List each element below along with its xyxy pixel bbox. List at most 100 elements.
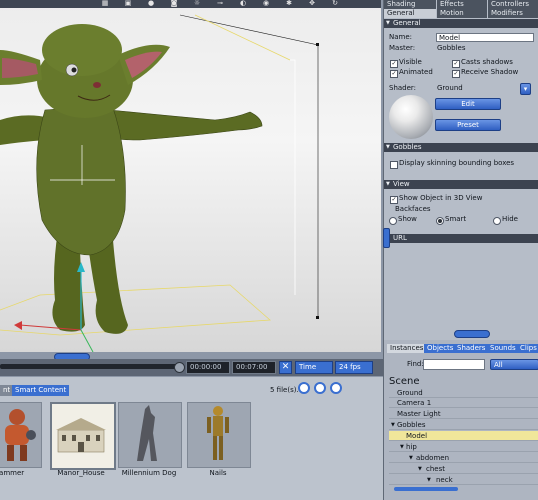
dog-figure-icon <box>137 405 157 461</box>
section-view-header[interactable]: View <box>384 180 538 189</box>
library-item-manor-house[interactable] <box>50 402 116 470</box>
scene-title: Scene <box>389 376 420 387</box>
time-mode-select[interactable]: Time <box>295 361 333 374</box>
scene-horizontal-scrollbar[interactable] <box>394 487 458 491</box>
preset-shader-button[interactable]: Preset <box>435 119 501 131</box>
find-label: Find: <box>407 360 424 368</box>
file-count: 5 file(s). <box>270 386 299 394</box>
animated-label: Animated <box>399 68 433 76</box>
nails-figure-icon <box>207 406 229 460</box>
edit-shader-button[interactable]: Edit <box>435 98 501 110</box>
skinning-boxes-checkbox[interactable] <box>390 161 398 169</box>
fps-select[interactable]: 24 fps <box>335 361 373 374</box>
grid-icon[interactable]: ▦ <box>100 0 110 7</box>
panel-resize-handle[interactable] <box>383 228 390 248</box>
receive-shadow-label: Receive Shadow <box>461 68 519 76</box>
tree-item-abdomen[interactable]: abdomen <box>389 453 538 463</box>
scene-tab-instances[interactable]: Instances <box>387 344 427 353</box>
properties-panel: Shading Effects Controllers General Moti… <box>383 0 538 340</box>
tab-effects[interactable]: Effects <box>437 0 487 9</box>
library-view-button-1[interactable] <box>298 382 310 394</box>
scene-panel: Instances Objects Shaders Sounds Clips F… <box>383 330 538 500</box>
show-in-3d-checkbox[interactable]: ✓ <box>390 196 398 204</box>
tree-item-master-light[interactable]: Master Light <box>389 409 538 419</box>
animated-checkbox[interactable]: ✓ <box>390 70 398 78</box>
goblin-model-render[interactable] <box>0 0 381 352</box>
library-item-label: Millennium Dog <box>121 469 177 477</box>
current-time-field[interactable]: 00:00:00 <box>186 361 230 374</box>
tree-item-hip[interactable]: hip <box>389 442 538 452</box>
tab-modifiers[interactable]: Modifiers <box>488 9 538 18</box>
move-icon[interactable]: ✥ <box>307 0 317 7</box>
camera-icon[interactable]: ◙ <box>169 0 179 7</box>
shader-preview-sphere[interactable] <box>389 95 433 139</box>
tree-item-neck[interactable]: neck <box>389 475 538 485</box>
master-label: Master: <box>389 44 416 52</box>
backfaces-show-radio[interactable] <box>389 217 397 225</box>
scene-tab-sounds[interactable]: Sounds <box>487 344 519 353</box>
bone-icon[interactable]: ⊸ <box>215 0 225 7</box>
section-url-header[interactable]: URL <box>384 234 538 243</box>
timeline-scrubber-handle[interactable] <box>174 362 185 373</box>
library-item-label: Hammer <box>0 469 25 477</box>
content-library: nt Smart Content 5 file(s). Hammer Manor… <box>0 377 383 500</box>
name-input[interactable]: Model <box>436 33 534 42</box>
backfaces-hide-radio[interactable] <box>493 217 501 225</box>
tree-item-ground[interactable]: Ground <box>389 388 538 398</box>
backfaces-label: Backfaces <box>395 205 431 213</box>
shader-label: Shader: <box>389 84 417 92</box>
tree-item-camera[interactable]: Camera 1 <box>389 398 538 408</box>
library-item-label: Manor_House <box>57 469 105 477</box>
section-gobbles-header[interactable]: Gobbles <box>384 143 538 152</box>
visible-label: Visible <box>399 58 422 66</box>
library-view-button-3[interactable] <box>330 382 342 394</box>
light-icon[interactable]: ☼ <box>192 0 202 7</box>
shader-value: Ground <box>437 84 463 92</box>
casts-shadows-label: Casts shadows <box>461 58 513 66</box>
timeline-bar: 00:00:00 00:07:00 ✕ Time 24 fps <box>0 359 383 376</box>
tab-controllers[interactable]: Controllers <box>488 0 538 9</box>
library-item-label: Nails <box>209 469 227 477</box>
scene-tab-clips[interactable]: Clips <box>517 344 538 353</box>
scene-tab-objects[interactable]: Objects <box>424 344 457 353</box>
tree-item-chest[interactable]: chest <box>389 464 538 474</box>
house-icon <box>56 418 106 453</box>
tree-item-model[interactable]: Model <box>389 431 538 441</box>
backfaces-show-label: Show <box>398 215 417 223</box>
library-tab-smart-content[interactable]: Smart Content <box>12 385 70 396</box>
backfaces-smart-label: Smart <box>445 215 467 223</box>
receive-shadow-checkbox[interactable]: ✓ <box>452 70 460 78</box>
gear-icon[interactable]: ✱ <box>284 0 294 7</box>
backfaces-smart-radio[interactable] <box>436 217 444 225</box>
master-value: Gobbles <box>437 44 466 52</box>
tab-general[interactable]: General <box>384 9 436 18</box>
casts-shadows-checkbox[interactable]: ✓ <box>452 60 460 68</box>
shader-dropdown-icon[interactable]: ▾ <box>520 83 531 95</box>
tab-motion[interactable]: Motion <box>437 9 487 18</box>
end-time-field[interactable]: 00:07:00 <box>232 361 276 374</box>
section-general-header[interactable]: General <box>384 19 538 28</box>
timeline-scrubber-track[interactable] <box>0 364 180 369</box>
loop-toggle-icon[interactable]: ✕ <box>279 361 292 374</box>
show-in-3d-label: Show Object in 3D View <box>399 194 483 202</box>
filter-select[interactable]: All <box>490 359 538 370</box>
visible-checkbox[interactable]: ✓ <box>390 60 398 68</box>
library-view-button-2[interactable] <box>314 382 326 394</box>
library-item-nails[interactable] <box>187 402 251 468</box>
find-input[interactable] <box>423 359 485 370</box>
3d-viewport[interactable]: ▦ ▣ ● ◙ ☼ ⊸ ◐ ◉ ✱ ✥ ↻ <box>0 0 381 352</box>
tab-shading[interactable]: Shading <box>384 0 436 9</box>
library-item-hammer[interactable] <box>0 402 42 468</box>
sphere-icon[interactable]: ● <box>146 0 156 7</box>
scene-tab-shaders[interactable]: Shaders <box>454 344 489 353</box>
backfaces-hide-label: Hide <box>502 215 518 223</box>
library-item-millennium-dog[interactable] <box>118 402 182 468</box>
tree-item-gobbles[interactable]: Gobbles <box>389 420 538 430</box>
name-label: Name: <box>389 33 413 41</box>
eye-icon[interactable]: ◉ <box>261 0 271 7</box>
viewport-toolbar: ▦ ▣ ● ◙ ☼ ⊸ ◐ ◉ ✱ ✥ ↻ <box>0 0 381 8</box>
rotate-icon[interactable]: ↻ <box>330 0 340 7</box>
scene-panel-resize-handle[interactable] <box>454 330 490 338</box>
paint-icon[interactable]: ◐ <box>238 0 248 7</box>
cube-icon[interactable]: ▣ <box>123 0 133 7</box>
